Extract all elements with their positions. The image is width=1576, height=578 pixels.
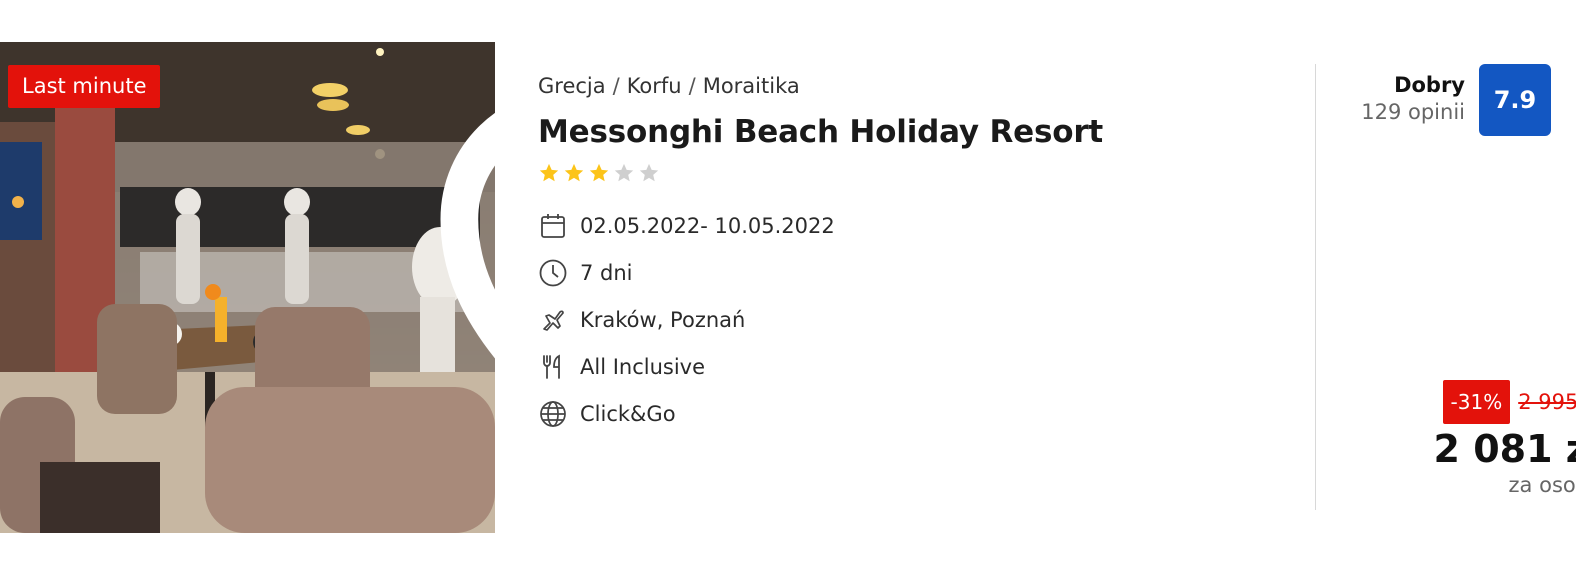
price-block: -31% 2 995 zł 2 081 zł za osobę [1338, 380, 1576, 520]
detail-organizer-text: Click&Go [580, 401, 676, 426]
breadcrumb-region[interactable]: Korfu [627, 74, 682, 98]
calendar-icon [538, 211, 568, 241]
detail-board: All Inclusive [538, 343, 1298, 390]
star-filled-icon [589, 163, 609, 182]
breadcrumb-separator: / [612, 74, 620, 98]
discount-badge: -31% [1442, 380, 1511, 424]
detail-departure-text: Kraków, Poznań [580, 307, 746, 332]
offer-info: Grecja / Korfu / Moraitika Messonghi Bea… [538, 70, 1298, 437]
rating-score-badge: 7.9 [1479, 64, 1551, 136]
vertical-divider [1315, 64, 1316, 510]
hotel-name[interactable]: Messonghi Beach Holiday Resort [538, 114, 1298, 150]
rating-block[interactable]: Dobry 129 opinii 7.9 [1361, 64, 1551, 136]
clock-icon [538, 258, 568, 288]
breadcrumb: Grecja / Korfu / Moraitika [538, 70, 1298, 102]
breadcrumb-separator: / [688, 74, 696, 98]
offer-details: 02.05.2022- 10.05.2022 7 dni Kraków, Poz… [538, 202, 1298, 437]
favorite-heart-icon[interactable] [424, 62, 495, 359]
globe-icon [538, 399, 568, 429]
last-minute-badge: Last minute [8, 65, 161, 108]
hotel-photo-image [0, 42, 495, 533]
cutlery-icon [538, 352, 568, 382]
plane-icon [538, 305, 568, 335]
detail-duration-text: 7 dni [580, 260, 633, 285]
detail-board-text: All Inclusive [580, 354, 706, 379]
star-empty-icon [614, 163, 634, 182]
review-count[interactable]: 129 opinii [1361, 98, 1465, 126]
star-filled-icon [539, 163, 559, 182]
price-per-person-label: za osobę [1508, 473, 1576, 497]
detail-organizer: Click&Go [538, 390, 1298, 437]
rating-text: Dobry 129 opinii [1361, 64, 1465, 126]
detail-duration: 7 dni [538, 249, 1298, 296]
breadcrumb-country[interactable]: Grecja [538, 74, 606, 98]
detail-dates: 02.05.2022- 10.05.2022 [538, 202, 1298, 249]
breadcrumb-city[interactable]: Moraitika [703, 74, 800, 98]
detail-dates-text: 02.05.2022- 10.05.2022 [580, 213, 835, 238]
star-filled-icon [564, 163, 584, 182]
detail-departure: Kraków, Poznań [538, 296, 1298, 343]
star-empty-icon [639, 163, 659, 182]
hotel-photo[interactable]: Last minute [0, 42, 495, 533]
old-price: 2 995 zł [1518, 390, 1576, 414]
rating-label: Dobry [1394, 73, 1465, 97]
hotel-stars [538, 162, 1298, 184]
current-price: 2 081 zł [1433, 427, 1576, 471]
offer-card[interactable]: Last minute Grecja / Korfu / Moraitika M… [0, 0, 1576, 578]
